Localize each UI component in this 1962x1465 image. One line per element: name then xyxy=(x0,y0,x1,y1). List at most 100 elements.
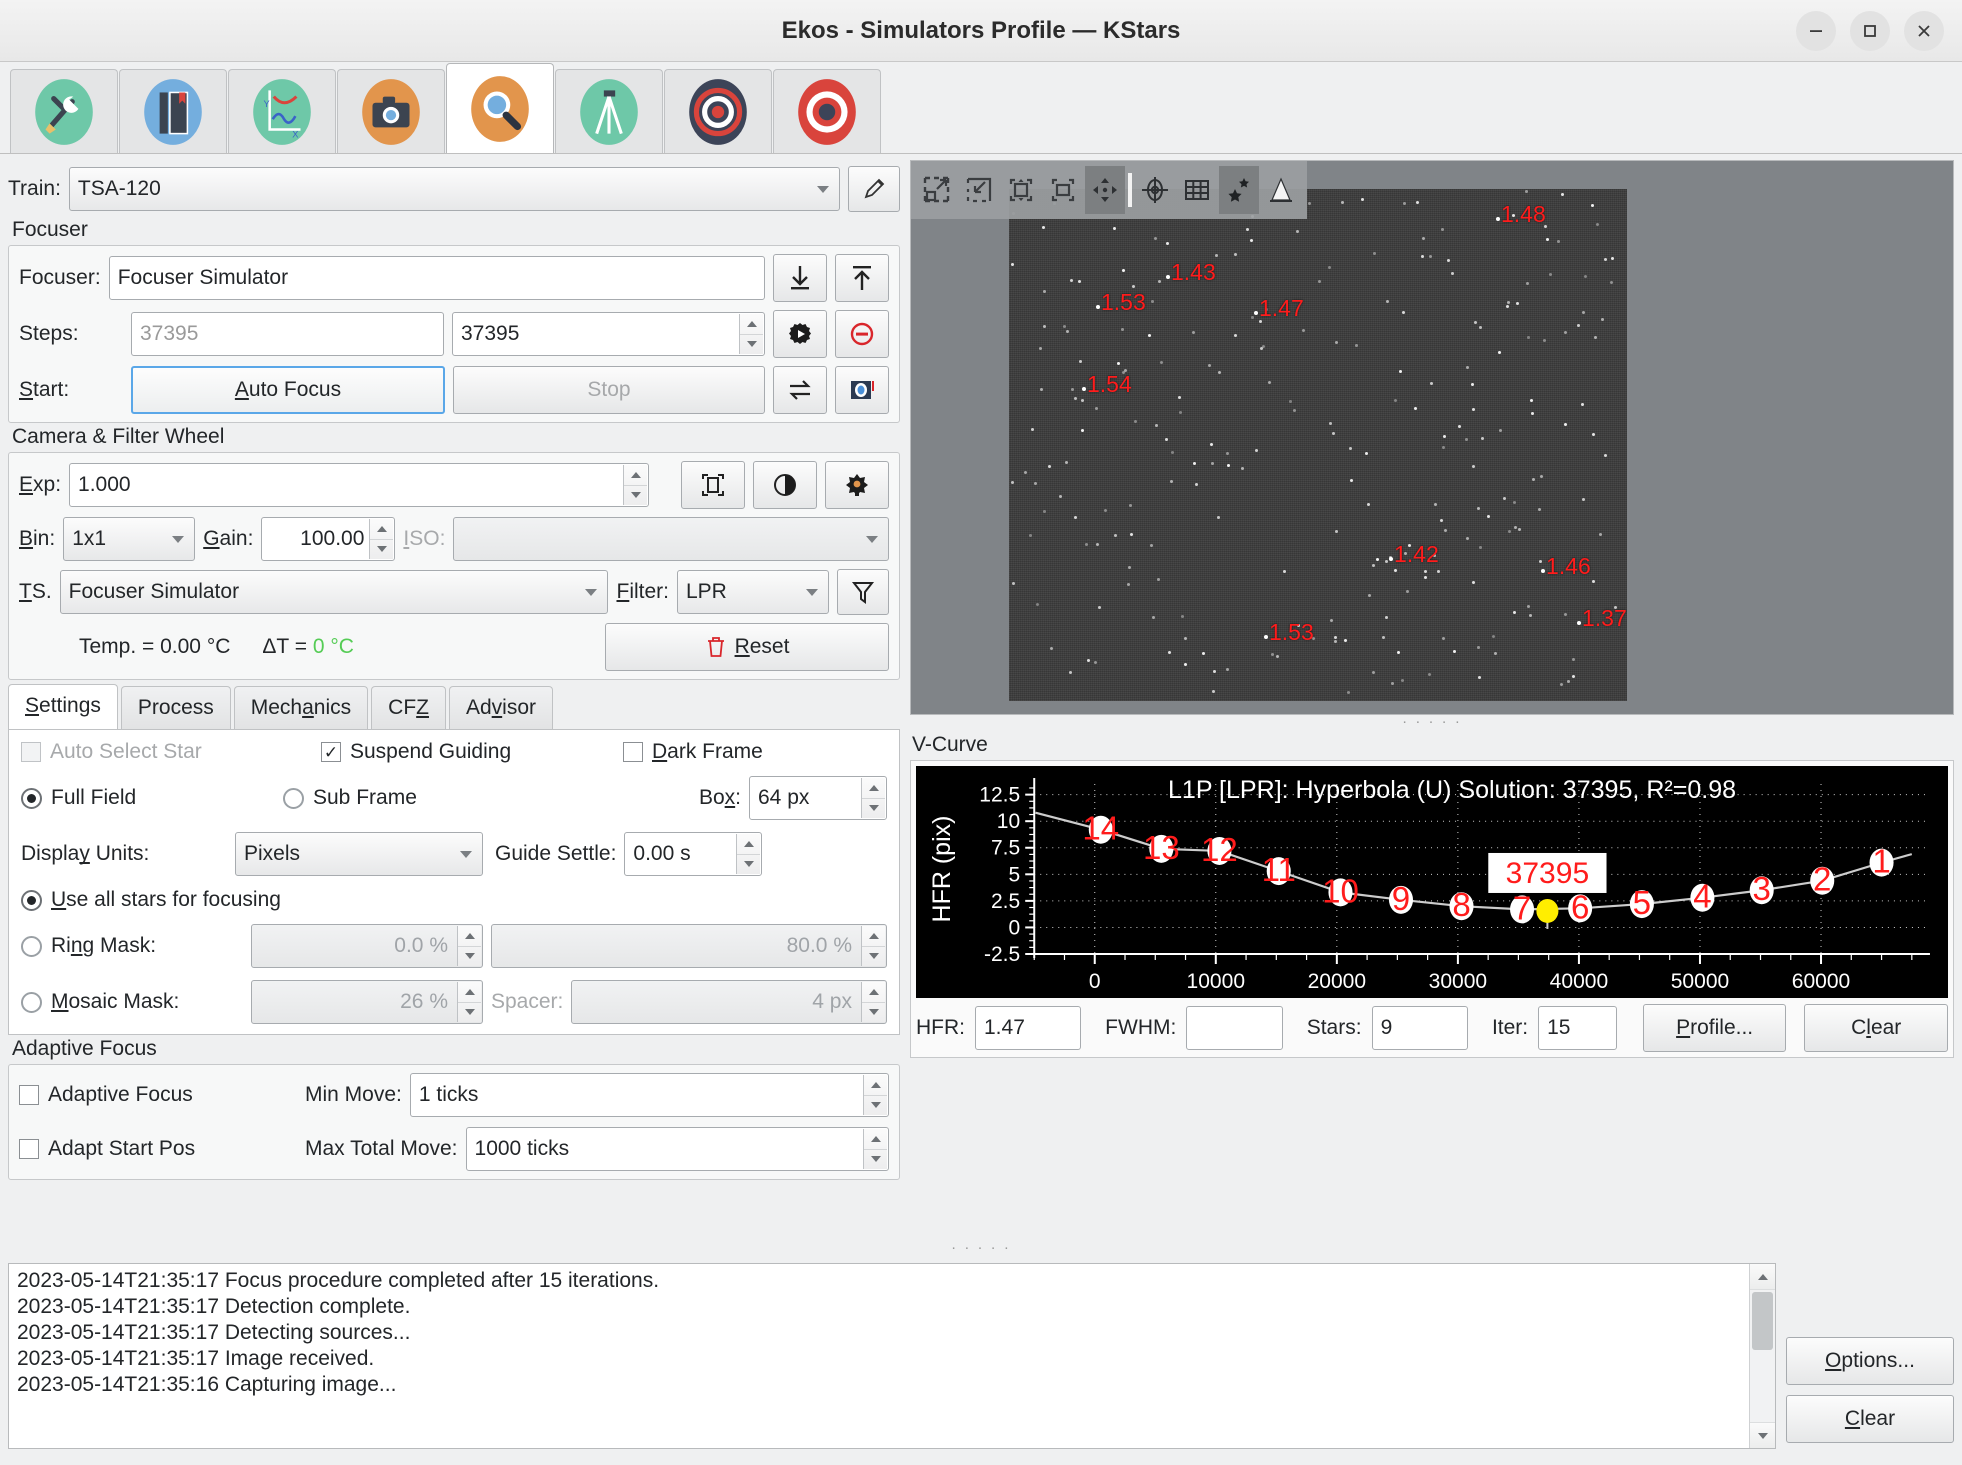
scroll-down-icon[interactable] xyxy=(1750,1422,1775,1448)
train-edit-button[interactable] xyxy=(848,166,900,212)
module-tab-guide[interactable] xyxy=(773,69,881,153)
zoom-default-icon[interactable] xyxy=(1043,166,1083,214)
train-combo[interactable]: TSA-120 xyxy=(68,167,840,211)
gain-spinner[interactable] xyxy=(369,519,394,559)
detect-stars-icon[interactable] xyxy=(1219,166,1259,214)
module-tab-analyze[interactable]: YX xyxy=(228,69,336,153)
auto-select-star-checkbox[interactable]: Auto Select Star xyxy=(21,740,321,764)
steps-spinner[interactable] xyxy=(739,314,763,354)
log-scrollbar[interactable] xyxy=(1749,1264,1775,1448)
steps-target-field[interactable]: 37395 xyxy=(452,312,765,356)
temperature-source-combo[interactable]: Focuser Simulator xyxy=(59,570,609,614)
scroll-track[interactable] xyxy=(1750,1352,1775,1422)
use-all-stars-radio[interactable]: Use all stars for focusing xyxy=(21,888,887,912)
zoom-in-icon[interactable] xyxy=(917,166,957,214)
module-tab-capture[interactable] xyxy=(337,69,445,153)
module-tab-setup[interactable] xyxy=(10,69,118,153)
star-detect-button[interactable] xyxy=(825,461,889,509)
exposure-spinner[interactable] xyxy=(623,465,647,505)
scroll-up-icon[interactable] xyxy=(1750,1264,1775,1290)
mosaic-tile-spinner[interactable] xyxy=(457,982,481,1022)
tab-process[interactable]: Process xyxy=(120,686,231,729)
histogram-icon[interactable] xyxy=(1261,166,1301,214)
guide-settle-field[interactable]: 0.00 s xyxy=(624,832,763,876)
min-move-field[interactable]: 1 ticks xyxy=(409,1073,889,1117)
sub-frame-radio[interactable]: Sub Frame xyxy=(283,786,699,810)
capture-frame-button[interactable] xyxy=(835,366,889,414)
mosaic-mask-radio[interactable]: Mosaic Mask: xyxy=(21,990,251,1014)
reset-button[interactable]: Reset xyxy=(605,623,889,671)
profile-button[interactable]: Profile... xyxy=(1642,1004,1787,1052)
tab-cfz[interactable]: CFZ xyxy=(371,686,446,729)
options-button[interactable]: Options... xyxy=(1786,1337,1954,1385)
fits-preview-panel[interactable]: 1.48 1.43 1.53 1.47 1.54 1.42 1.46 1.37 1.53 xyxy=(910,160,1954,715)
max-total-move-field[interactable]: 1000 ticks xyxy=(465,1127,889,1171)
stars-value-field[interactable]: 9 xyxy=(1371,1006,1468,1050)
frame-settings-button[interactable] xyxy=(681,461,745,509)
tab-advisor[interactable]: Advisor xyxy=(448,686,554,729)
tab-mechanics[interactable]: Mechanics xyxy=(233,686,369,729)
module-tab-scheduler[interactable] xyxy=(119,69,227,153)
gain-field[interactable]: 100.00 xyxy=(261,517,396,561)
focuser-name-field[interactable]: Focuser Simulator xyxy=(108,256,765,300)
stop-button[interactable]: Stop xyxy=(453,366,765,414)
full-field-radio[interactable]: Full Field xyxy=(21,786,283,810)
close-icon[interactable] xyxy=(1904,11,1944,51)
suspend-guiding-checkbox[interactable]: ✓ Suspend Guiding xyxy=(321,740,623,764)
toggle-focus-direction-button[interactable] xyxy=(773,366,827,414)
hfr-value-field[interactable]: 1.47 xyxy=(975,1006,1082,1050)
zoom-fit-height-icon[interactable] xyxy=(1001,166,1041,214)
tab-settings[interactable]: Settings xyxy=(8,684,118,729)
filter-combo[interactable]: LPR xyxy=(677,570,829,614)
goto-position-button[interactable] xyxy=(773,310,827,358)
mosaic-tile-field[interactable]: 26 % xyxy=(251,980,483,1024)
loop-button[interactable] xyxy=(753,461,817,509)
adapt-start-pos-checkbox[interactable]: Adapt Start Pos xyxy=(19,1137,305,1161)
min-move-spinner[interactable] xyxy=(863,1075,887,1115)
log-clear-button[interactable]: Clear xyxy=(1786,1395,1954,1443)
mosaic-spacer-field[interactable]: 4 px xyxy=(571,980,887,1024)
minimize-icon[interactable] xyxy=(1796,11,1836,51)
zoom-out-icon[interactable] xyxy=(959,166,999,214)
ring-inner-spinner[interactable] xyxy=(457,926,481,966)
ring-mask-inner-field[interactable]: 0.0 % xyxy=(251,924,483,968)
auto-focus-button[interactable]: Auto Focus xyxy=(131,366,445,414)
scroll-thumb[interactable] xyxy=(1752,1292,1773,1350)
iso-combo[interactable] xyxy=(453,517,889,561)
ring-mask-radio[interactable]: Ring Mask: xyxy=(21,934,251,958)
crosshair-icon[interactable] xyxy=(1135,166,1175,214)
fwhm-value-field[interactable] xyxy=(1186,1006,1283,1050)
exposure-field[interactable]: 1.000 xyxy=(69,463,649,507)
mosaic-spacer-spinner[interactable] xyxy=(861,982,885,1022)
dark-frame-checkbox[interactable]: Dark Frame xyxy=(623,740,763,764)
stars-label: Stars: xyxy=(1306,1016,1362,1039)
stop-focuser-button[interactable] xyxy=(835,310,889,358)
grid-icon[interactable] xyxy=(1177,166,1217,214)
vcurve-chart[interactable]: -2.5 0 2.5 5 7.5 10 12.5 0 10000 20000 30000 40000 5… xyxy=(916,766,1948,998)
ts-filter-row: TS. Focuser Simulator Filter: LPR xyxy=(19,569,889,615)
module-tab-align[interactable] xyxy=(664,69,772,153)
module-tab-focus[interactable] xyxy=(446,63,554,153)
ring-mask-outer-field[interactable]: 80.0 % xyxy=(491,924,887,968)
splitter-handle[interactable]: · · · · · xyxy=(910,714,1954,731)
module-tab-mount[interactable] xyxy=(555,69,663,153)
delta-t-group: ΔT = 0 °C xyxy=(262,635,354,659)
max-total-move-spinner[interactable] xyxy=(863,1129,887,1169)
box-spinner[interactable] xyxy=(861,778,885,818)
log-splitter-handle[interactable]: · · · · · xyxy=(0,1240,1962,1257)
focus-in-button[interactable] xyxy=(773,254,827,302)
guide-settle-spinner[interactable] xyxy=(736,834,761,874)
vcurve-clear-button[interactable]: Clear xyxy=(1804,1004,1948,1052)
iter-value-field[interactable]: 15 xyxy=(1538,1006,1617,1050)
bin-combo[interactable]: 1x1 xyxy=(63,517,196,561)
pan-icon[interactable] xyxy=(1085,166,1125,214)
adaptive-focus-checkbox[interactable]: Adaptive Focus xyxy=(19,1083,305,1107)
fits-image[interactable]: 1.48 1.43 1.53 1.47 1.54 1.42 1.46 1.37 1.53 xyxy=(1009,189,1627,701)
ring-outer-spinner[interactable] xyxy=(861,926,885,966)
box-size-field[interactable]: 64 px xyxy=(749,776,887,820)
display-units-combo[interactable]: Pixels xyxy=(235,832,483,876)
maximize-icon[interactable] xyxy=(1850,11,1890,51)
focus-out-button[interactable] xyxy=(835,254,889,302)
log-box[interactable]: 2023-05-14T21:35:17 Focus procedure comp… xyxy=(8,1263,1776,1449)
filter-settings-button[interactable] xyxy=(837,569,889,615)
